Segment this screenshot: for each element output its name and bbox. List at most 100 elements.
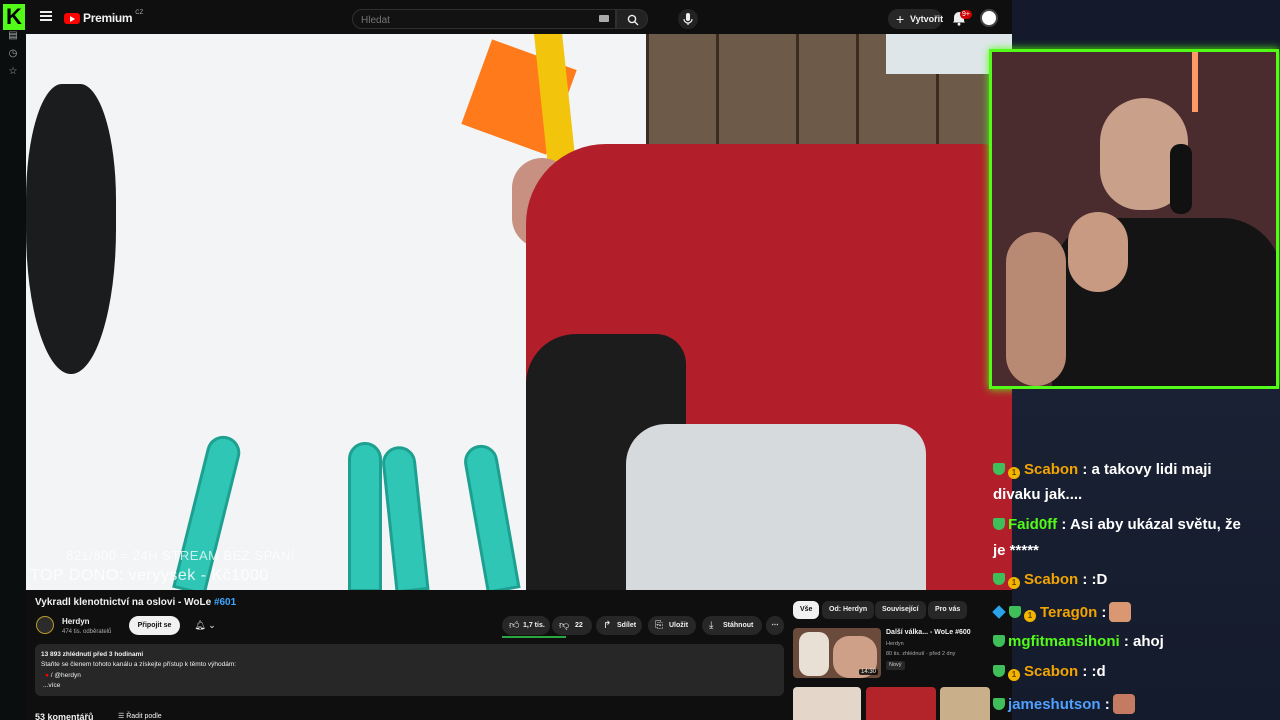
download-icon: ⤓ [709, 620, 714, 631]
chat-message: Faid0ff : Asi aby ukázal světu, že [993, 516, 1241, 533]
subscriber-badge-icon [993, 665, 1005, 677]
account-avatar[interactable] [980, 9, 998, 27]
stream-goal-overlay: 821/800 = 24H STREAM BEZ SPANÍ [66, 548, 295, 563]
chat-username[interactable]: mgfitmansihoni [1008, 633, 1120, 650]
sort-comments-button[interactable]: ☰ Řadit podle [118, 712, 162, 720]
chat-message: 1 Scabon : a takovy lidi maji [993, 461, 1212, 479]
og-badge-icon: 1 [1024, 610, 1036, 622]
chat-message: 1 Scabon : :D [993, 571, 1107, 589]
keyboard-icon[interactable] [599, 15, 609, 22]
youtube-header: Premium CZ + Vytvořit 9+ [26, 0, 1012, 36]
bell-icon: 🔔︎ ⌄ [194, 620, 216, 630]
more-icon: ⋯ [771, 622, 779, 629]
chip-from-channel[interactable]: Od: Herdyn [822, 601, 875, 619]
star-icon[interactable]: ☆ [7, 66, 19, 78]
subscription-bell-button[interactable]: 🔔︎ ⌄ [186, 616, 224, 635]
thumbs-up-icon: 👍︎ [509, 620, 520, 631]
channel-avatar[interactable] [36, 616, 54, 634]
like-button[interactable]: 👍︎ 1,7 tis. [502, 616, 550, 635]
save-label: Uložit [669, 622, 689, 629]
chat-text: : a takovy lidi maji [1082, 461, 1212, 478]
chat-username[interactable]: Scabon [1024, 461, 1078, 478]
chat-text: : :D [1082, 571, 1108, 588]
streamer-hands [1068, 212, 1128, 292]
description-box[interactable]: 13 893 zhlédnutí před 3 hodinami Staňte … [35, 644, 784, 696]
join-button[interactable]: Připojit se [129, 616, 180, 635]
webcam-overlay [989, 49, 1279, 389]
sort-icon: ☰ [118, 713, 127, 720]
show-more-link[interactable]: ...více [43, 682, 60, 689]
ski [348, 442, 382, 590]
chat-username[interactable]: jameshutson [1008, 696, 1101, 713]
channel-name[interactable]: Herdyn [62, 617, 90, 626]
ski-pants [626, 424, 926, 590]
voice-search-button[interactable] [678, 9, 698, 29]
new-badge: Nový [886, 661, 905, 670]
search-button[interactable] [616, 9, 648, 29]
microphone-icon [683, 13, 693, 25]
subscriber-badge-icon [993, 635, 1005, 647]
subscriber-badge-icon [993, 573, 1005, 585]
more-actions-button[interactable]: ⋯ [766, 616, 784, 635]
create-button[interactable]: + Vytvořit [888, 9, 944, 29]
create-label: Vytvořit [910, 14, 944, 24]
og-badge-icon: 1 [1008, 467, 1020, 479]
recommended-thumbnail[interactable] [793, 687, 861, 720]
chat-message: jameshutson : [993, 694, 1135, 714]
chat-text: je ***** [993, 542, 1039, 559]
kick-logo[interactable]: K [3, 4, 25, 30]
video-player[interactable]: 821/800 = 24H STREAM BEZ SPANÍ TOP DONO:… [26, 34, 1012, 590]
recommended-thumbnail[interactable] [940, 687, 990, 720]
clock-icon[interactable]: ◷ [7, 48, 19, 60]
chat-message: 1 Terag0n : [992, 602, 1132, 622]
description-link[interactable]: ● / @herdyn [45, 672, 81, 679]
save-button[interactable]: ⎘ Uložit [648, 616, 696, 635]
menu-icon[interactable] [40, 11, 52, 23]
download-button[interactable]: ⤓ Stáhnout [702, 616, 762, 635]
channel-handle-link: / @herdyn [50, 672, 81, 679]
emote-icon [1112, 694, 1135, 714]
youtube-logo[interactable]: Premium CZ [64, 10, 144, 25]
share-button[interactable]: ↱ Sdílet [596, 616, 642, 635]
recommended-channel[interactable]: Herdyn [886, 641, 904, 647]
view-stats: 13 893 zhlédnutí před 3 hodinami [41, 651, 144, 658]
recommended-meta: 80 tis. zhlédnutí · před 2 dny [886, 651, 956, 657]
chip-for-you[interactable]: Pro vás [928, 601, 968, 619]
video-title-text: Vykradl klenotnictví na oslovi - WoLe [35, 597, 212, 608]
search-input[interactable] [353, 11, 593, 30]
chat-username[interactable]: Scabon [1024, 663, 1078, 680]
subscriber-badge-icon [993, 698, 1005, 710]
chip-all[interactable]: Vše [793, 601, 820, 619]
plus-icon: + [896, 11, 905, 27]
video-title: Vykradl klenotnictví na oslovi - WoLe #6… [35, 597, 236, 608]
kick-sidebar: K ▤ ◷ ☆ [0, 0, 26, 720]
subscriber-badge-icon [993, 518, 1005, 530]
chat-username[interactable]: Terag0n [1040, 604, 1097, 621]
recommended-title[interactable]: Další válka... - WoLe #600 [886, 629, 971, 636]
chat-text: : [1104, 696, 1110, 713]
dislike-count: 22 [575, 622, 583, 629]
sort-label: Řadit podle [126, 713, 162, 720]
chip-related[interactable]: Související [875, 601, 926, 619]
description-line: Staňte se členem tohoto kanálu a získejt… [41, 661, 237, 668]
chat-username[interactable]: Scabon [1024, 571, 1078, 588]
dislike-button[interactable]: 👎︎ 22 [552, 616, 592, 635]
og-badge-icon: 1 [1008, 669, 1020, 681]
streamer-arm [1006, 232, 1066, 386]
recommended-thumbnail[interactable] [866, 687, 936, 720]
chat-text: : [1101, 604, 1107, 621]
share-label: Sdílet [617, 622, 637, 629]
og-badge-icon: 1 [1008, 577, 1020, 589]
following-icon[interactable]: ▤ [7, 30, 19, 42]
brand-region: CZ [135, 10, 144, 16]
chat-message-continued: je ***** [993, 542, 1039, 559]
search-icon [627, 14, 639, 26]
like-count: 1,7 tis. [523, 622, 545, 629]
emote-icon [1109, 602, 1132, 622]
chat-username[interactable]: Faid0ff [1008, 516, 1057, 533]
video-hashtag[interactable]: #601 [214, 597, 236, 608]
recommended-thumbnail[interactable]: 14:30 [793, 628, 881, 678]
download-label: Stáhnout [723, 622, 754, 629]
top-donation-overlay: TOP DONO: veryysek - Kč1000 [30, 567, 269, 584]
chat-text: : :d [1082, 663, 1106, 680]
